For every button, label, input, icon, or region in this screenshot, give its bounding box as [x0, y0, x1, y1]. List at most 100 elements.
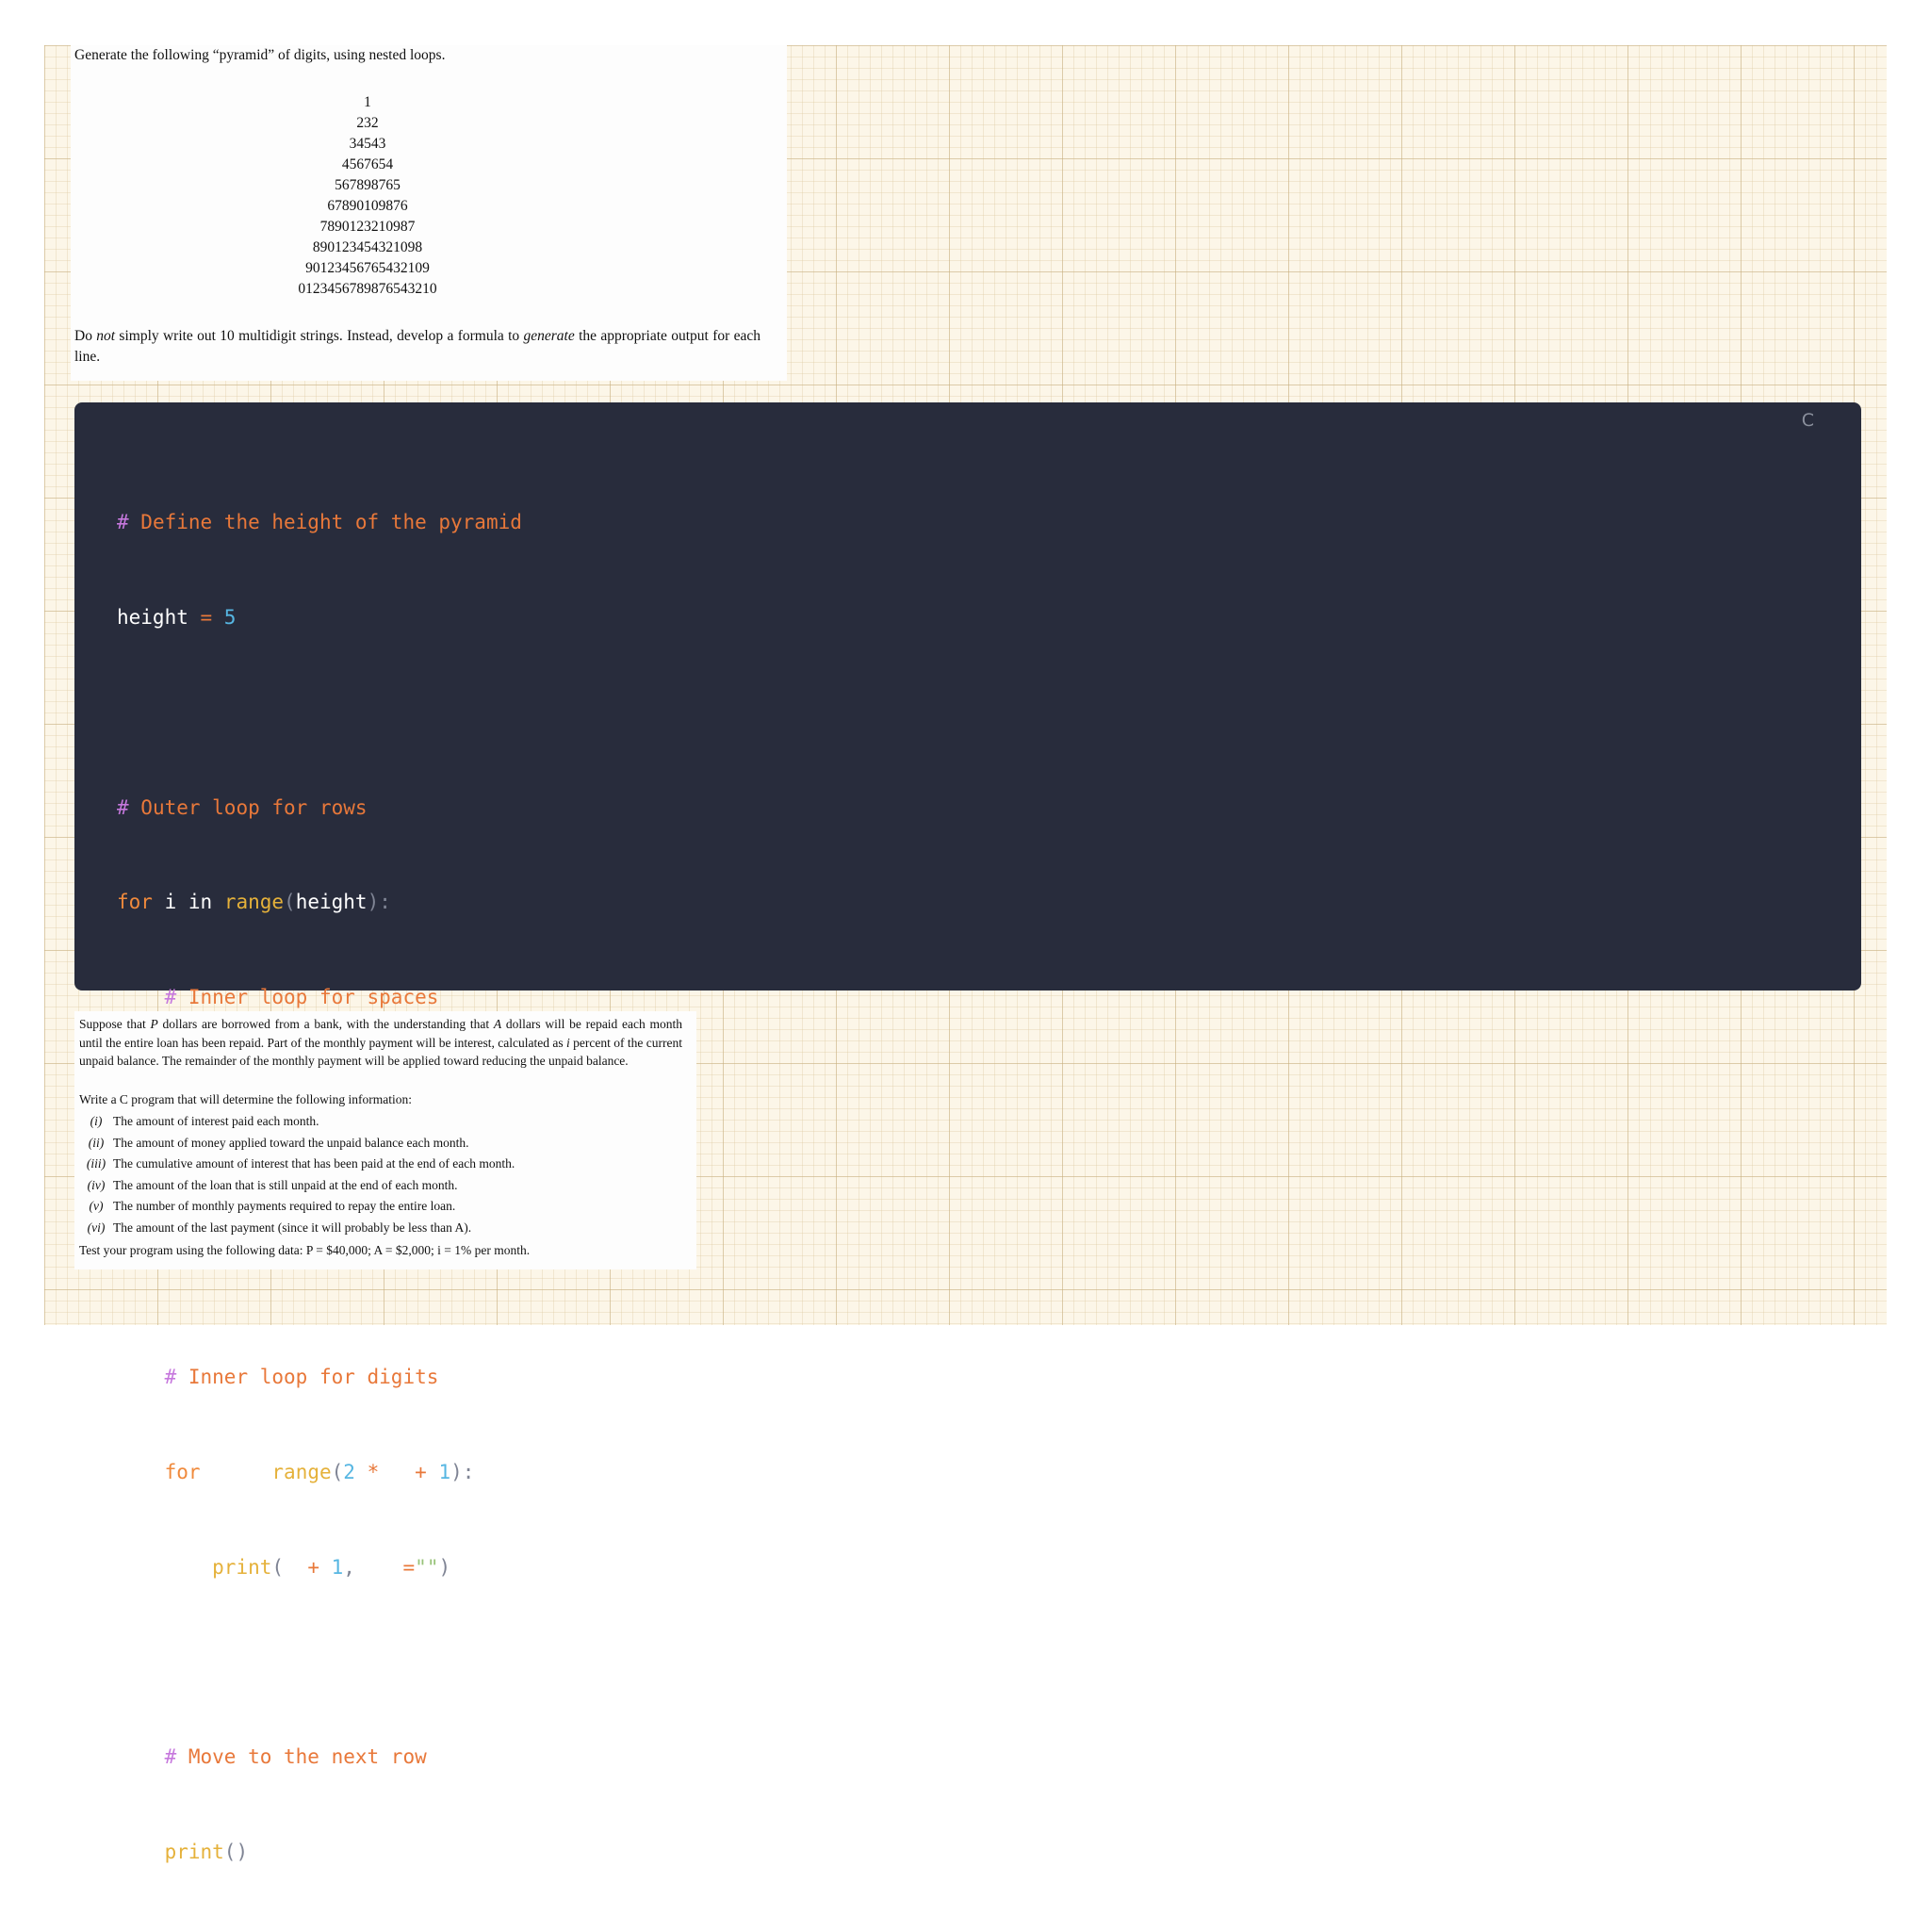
code-comment: Define the height of the pyramid — [128, 511, 522, 534]
comment-hash: # — [117, 795, 129, 819]
problem-note: Do not simply write out 10 multidigit st… — [74, 326, 761, 368]
code-comment: Inner loop for spaces — [176, 986, 439, 1009]
code-keyword: for — [164, 1461, 201, 1483]
note-emphasis: generate — [523, 328, 575, 344]
code-identifier: height — [295, 891, 368, 914]
comment-hash: # — [117, 511, 129, 534]
item-text: The amount of the loan that is still unp… — [113, 1177, 458, 1192]
code-comment: Inner loop for digits — [176, 1366, 439, 1389]
note-text: simply write out 10 multidigit strings. … — [115, 328, 524, 344]
item-number: (i) — [90, 1114, 103, 1128]
write-instruction: Write a C program that will determine th… — [79, 1092, 412, 1106]
code-line: # Outer loop for rows — [117, 793, 534, 825]
code-string: "" — [415, 1555, 439, 1579]
code-operator: + — [402, 1461, 439, 1483]
code-builtin: print — [164, 1841, 224, 1864]
code-line: print(i + 1, end="") — [117, 1552, 534, 1584]
loan-problem-paragraph: Suppose that P dollars are borrowed from… — [79, 1017, 683, 1068]
code-operator: = — [402, 1555, 416, 1579]
item-number: (vi) — [87, 1220, 106, 1235]
code-identifier: end — [367, 1555, 403, 1579]
code-line: # Inner loop for digits — [117, 1362, 534, 1394]
code-builtin: print — [212, 1555, 272, 1579]
item-number: (iv) — [87, 1177, 106, 1192]
code-keyword: in — [236, 1461, 260, 1483]
code-number: 1 — [319, 1555, 344, 1579]
comment-hash: # — [164, 1366, 177, 1389]
code-number: 5 — [223, 605, 237, 629]
code-line: print() — [117, 1837, 534, 1869]
copy-code-button[interactable]: C — [1796, 408, 1820, 433]
code-operator: + — [307, 1555, 319, 1579]
pyramid-line: 890123454321098 — [312, 239, 423, 255]
code-punct: ( — [284, 891, 296, 914]
code-identifier: i — [284, 1555, 308, 1579]
item-text: The amount of interest paid each month. — [113, 1114, 319, 1128]
code-punct: ): — [367, 891, 391, 914]
list-item: (iv) The amount of the loan that is still… — [79, 1176, 515, 1198]
var-a: A — [493, 1017, 502, 1031]
list-item: (iii) The cumulative amount of interest t… — [79, 1154, 515, 1176]
item-number: (v) — [89, 1199, 104, 1213]
requirements-list: (i) The amount of interest paid each mont… — [79, 1112, 515, 1239]
item-number: (iii) — [86, 1156, 106, 1171]
loan-problem-card: Suppose that P dollars are borrowed from… — [74, 1011, 696, 1269]
test-data: Test your program using the following da… — [79, 1243, 531, 1257]
code-comment: Move to the next row — [176, 1745, 427, 1769]
var-p: P — [150, 1017, 158, 1031]
problem-prompt: Generate the following “pyramid” of digi… — [74, 47, 446, 63]
code-line: height = 5 — [117, 602, 534, 634]
code-number: 1 — [438, 1461, 451, 1483]
list-item: (i) The amount of interest paid each mont… — [79, 1112, 515, 1134]
pyramid-line: 7890123210987 — [319, 219, 416, 235]
code-operator: = — [188, 605, 224, 629]
pyramid-line: 1 — [364, 94, 371, 110]
pyramid-line: 4567654 — [341, 156, 394, 172]
item-number: (ii) — [88, 1135, 105, 1150]
code-identifier: i — [152, 891, 188, 914]
pyramid-problem-card: Generate the following “pyramid” of digi… — [71, 45, 787, 381]
code-punct: ): — [450, 1461, 475, 1483]
code-punct: ) — [438, 1555, 451, 1579]
pyramid-line: 34543 — [349, 136, 386, 152]
item-text: The number of monthly payments required … — [113, 1199, 456, 1213]
code-identifier: height — [117, 605, 188, 629]
code-line: for i in range(height): — [117, 887, 534, 919]
code-line: # Move to the next row — [117, 1742, 534, 1774]
code-comment: Outer loop for rows — [128, 795, 368, 819]
code-line: for k in range(2 * i + 1): — [117, 1457, 534, 1489]
code-identifier: k — [200, 1461, 237, 1483]
note-emphasis: not — [96, 328, 116, 344]
code-block: C # Define the height of the pyramid hei… — [74, 402, 1861, 1863]
digit-pyramid: 1 232 34543 4567654 567898765 6789010987… — [71, 92, 664, 300]
list-item: (ii) The amount of money applied toward t… — [79, 1134, 515, 1155]
code-identifier: i — [390, 1461, 403, 1483]
code-line: # Define the height of the pyramid — [117, 507, 534, 539]
code-punct: ( — [271, 1555, 285, 1579]
code-operator: * — [354, 1461, 391, 1483]
pyramid-line: 567898765 — [335, 177, 401, 193]
list-item: (v) The number of monthly payments requir… — [79, 1197, 515, 1219]
pyramid-line: 0123456789876543210 — [298, 281, 437, 297]
code-punct: () — [223, 1841, 249, 1864]
code-keyword: for — [117, 891, 153, 914]
list-item: (vi) The amount of the last payment (sinc… — [79, 1219, 515, 1240]
comment-hash: # — [164, 986, 177, 1009]
code-keyword: in — [188, 891, 213, 914]
note-text: Do — [74, 328, 97, 344]
item-text: The cumulative amount of interest that h… — [113, 1156, 515, 1171]
item-text: The amount of the last payment (since it… — [113, 1220, 472, 1235]
code-builtin: range — [271, 1461, 332, 1483]
code-builtin: range — [223, 891, 285, 914]
code-number: 2 — [343, 1461, 355, 1483]
pyramid-line: 67890109876 — [327, 198, 408, 214]
item-text: The amount of money applied toward the u… — [113, 1135, 469, 1150]
code-punct: , — [343, 1555, 368, 1579]
pyramid-line: 232 — [356, 115, 379, 131]
pyramid-line: 90123456765432109 — [305, 260, 430, 276]
code-line: # Inner loop for spaces — [117, 982, 534, 1014]
comment-hash: # — [164, 1745, 177, 1769]
